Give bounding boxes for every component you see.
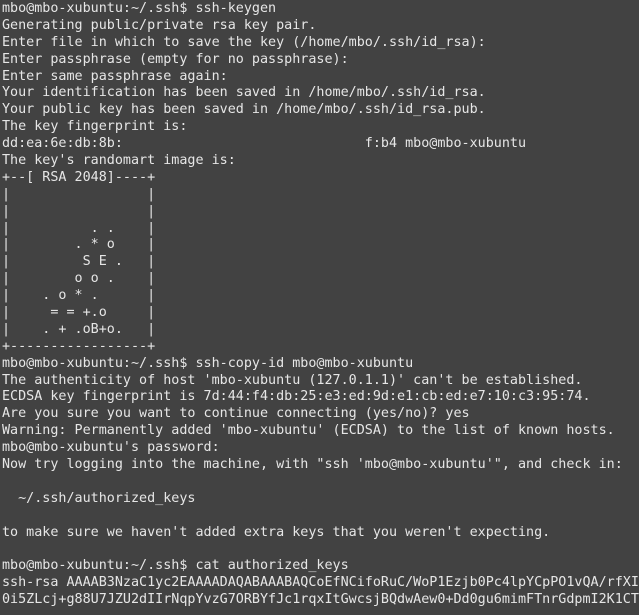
output-line: Enter file in which to save the key (/ho… [2,35,639,52]
output-line: Warning: Permanently added 'mbo-xubuntu'… [2,423,639,440]
output-text: The key's randomart image is: [2,153,236,169]
output-text: Generating public/private rsa key pair. [2,17,317,33]
output-line: | | [2,204,639,221]
shell-prompt: mbo@mbo-xubuntu:~/.ssh$ [2,558,196,574]
output-line: Your identification has been saved in /h… [2,85,639,102]
output-line: | S E . | [2,254,639,271]
output-line: ssh-rsa AAAAB3NzaC1yc2EAAAADAQABAAABAQCo… [2,575,639,592]
command-text: ssh-copy-id mbo@mbo-xubuntu [195,355,414,371]
output-line: to make sure we haven't added extra keys… [2,525,639,542]
output-line: Are you sure you want to continue connec… [2,406,639,423]
output-text: | . + .oB+o. | [2,321,156,337]
output-text: | . o * . | [2,288,156,304]
command-line: mbo@mbo-xubuntu:~/.ssh$ ssh-copy-id mbo@… [2,356,639,373]
output-line: mbo@mbo-xubuntu's password: [2,440,639,457]
command-line: mbo@mbo-xubuntu:~/.ssh$ cat authorized_k… [2,558,639,575]
output-text: | . . | [2,220,156,236]
output-line: Now try logging into the machine, with "… [2,457,639,474]
output-text: Your identification has been saved in /h… [2,85,486,101]
output-line: | . * o | [2,237,639,254]
command-line: mbo@mbo-xubuntu:~/.ssh$ ssh-keygen [2,1,639,18]
output-text: +--[ RSA 2048]----+ [2,169,156,185]
output-line: The key fingerprint is: [2,119,639,136]
output-text: ssh-rsa AAAAB3NzaC1yc2EAAAADAQABAAABAQCo… [2,575,639,591]
output-line: The key's randomart image is: [2,153,639,170]
output-line: | . . | [2,221,639,238]
output-line: +--[ RSA 2048]----+ [2,170,639,187]
output-text: Enter passphrase (empty for no passphras… [2,51,349,67]
output-text: Warning: Permanently added 'mbo-xubuntu'… [2,423,615,439]
output-line: | . + .oB+o. | [2,322,639,339]
output-text: The authenticity of host 'mbo-xubuntu (1… [2,372,583,388]
shell-prompt: mbo@mbo-xubuntu:~/.ssh$ [2,355,196,371]
output-text: mbo@mbo-xubuntu's password: [2,440,220,456]
output-line: ~/.ssh/authorized_keys [2,491,639,508]
output-line: Your public key has been saved in /home/… [2,102,639,119]
output-line: dd:ea:6e:db:8b: f:b4 mbo@mbo-xubuntu [2,136,639,153]
output-text: | | [2,186,156,202]
output-line: The authenticity of host 'mbo-xubuntu (1… [2,373,639,390]
shell-prompt: mbo@mbo-xubuntu:~/.ssh$ [2,1,196,16]
output-line: 0i5ZLcj+g88U7JZU2dIIrNqpYvzG7ORBYfJc1rqx… [2,592,639,609]
output-line: | . o * . | [2,288,639,305]
output-text: Your public key has been saved in /home/… [2,102,486,118]
output-line: +-----------------+ [2,339,639,356]
output-text: Now try logging into the machine, with "… [2,457,623,473]
output-text: Are you sure you want to continue connec… [2,406,470,422]
output-text: | = = +.o | [2,305,156,321]
output-text: dd:ea:6e:db:8b: f:b4 mbo@mbo-xubuntu [2,136,527,152]
output-line: | | [2,187,639,204]
output-text: 0i5ZLcj+g88U7JZU2dIIrNqpYvzG7ORBYfJc1rqx… [2,592,639,608]
output-line: | o o . | [2,271,639,288]
output-line: Enter passphrase (empty for no passphras… [2,52,639,69]
output-line: ECDSA key fingerprint is 7d:44:f4:db:25:… [2,389,639,406]
output-text: The key fingerprint is: [2,119,188,135]
terminal-window[interactable]: mbo@mbo-xubuntu:~/.ssh$ ssh-keygen Genera… [0,0,639,615]
output-line: | = = +.o | [2,305,639,322]
output-text: +-----------------+ [2,338,156,354]
output-text: | | [2,203,156,219]
command-text: cat authorized_keys [195,558,349,574]
output-line: Generating public/private rsa key pair. [2,18,639,35]
output-text: Enter file in which to save the key (/ho… [2,34,486,50]
output-text: ~/.ssh/authorized_keys [2,490,196,506]
command-text: ssh-keygen [195,1,277,16]
output-line: Enter same passphrase again: [2,69,639,86]
output-text: ECDSA key fingerprint is 7d:44:f4:db:25:… [2,389,591,405]
output-text: | . * o | [2,237,156,253]
output-text: Enter same passphrase again: [2,68,228,84]
output-text: to make sure we haven't added extra keys… [2,524,551,540]
output-text: | S E . | [2,254,156,270]
output-text: | o o . | [2,271,156,287]
